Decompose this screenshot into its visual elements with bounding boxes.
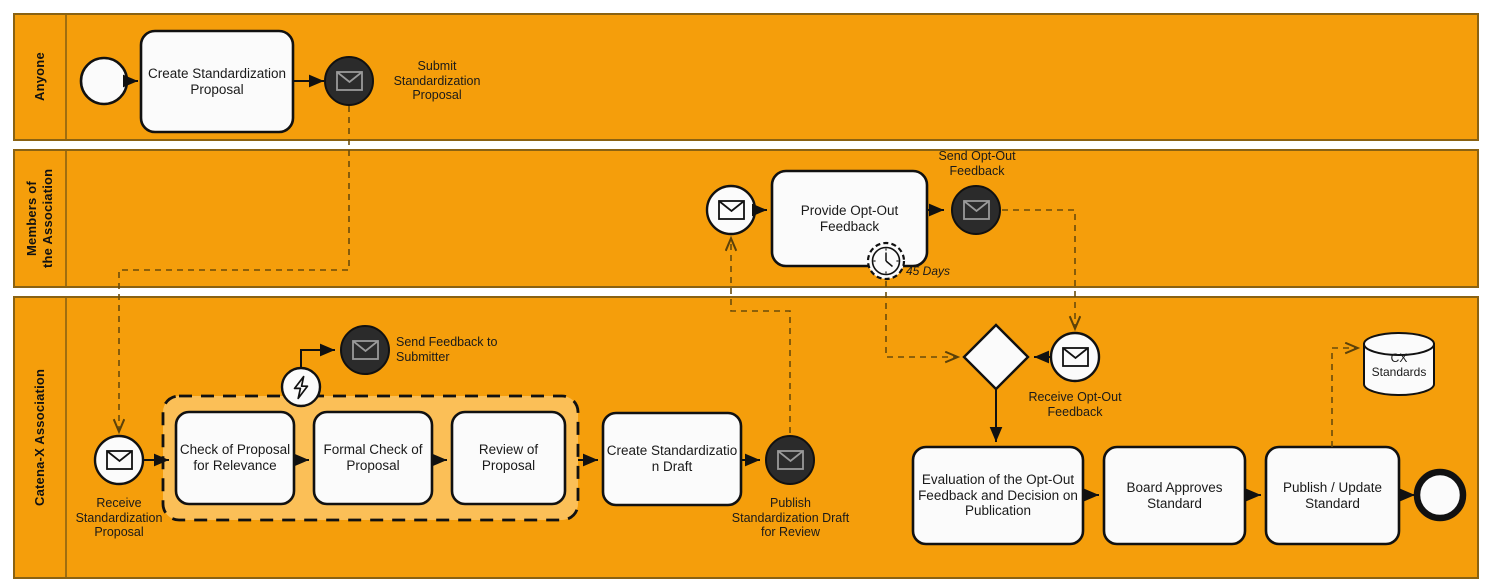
publish-draft-throw-event-shape: [765, 435, 815, 485]
start-event-shape: [79, 56, 129, 106]
task-evaluate-feedback-shape: [911, 445, 1085, 546]
task-check-relevance-shape: [174, 410, 296, 506]
task-create-draft-shape: [601, 411, 743, 507]
submit-proposal-throw-event-shape: [324, 56, 374, 106]
lane-label-catenax: Catena-X Association: [31, 368, 47, 507]
task-review-proposal-shape: [450, 410, 567, 506]
lane-label-anyone: Anyone: [31, 52, 47, 102]
send-optout-throw-event-shape: [951, 185, 1001, 235]
task-provide-optout-shape: [770, 169, 929, 268]
task-board-approves-shape: [1102, 445, 1247, 546]
receive-optout-catch-event-shape: [1049, 331, 1101, 383]
lane-label-members: Members of the Association: [23, 168, 55, 269]
end-event-shape: [1413, 468, 1467, 522]
task-create-proposal-shape: [139, 29, 295, 134]
provide-optout-catch-event-shape: [705, 184, 757, 236]
cx-standards-data-store-shape: [1363, 332, 1435, 396]
bpmn-diagram-canvas: Anyone Members of the Association Catena…: [0, 0, 1492, 587]
task-formal-check-shape: [312, 410, 434, 506]
task-publish-update-shape: [1264, 445, 1401, 546]
escalation-boundary-event-shape: [280, 366, 322, 408]
bpmn-svg-root: [13, 13, 1479, 579]
send-feedback-throw-event-shape: [340, 325, 390, 375]
timer-boundary-event-shape: [866, 241, 906, 281]
receive-proposal-catch-event-shape: [93, 434, 145, 486]
